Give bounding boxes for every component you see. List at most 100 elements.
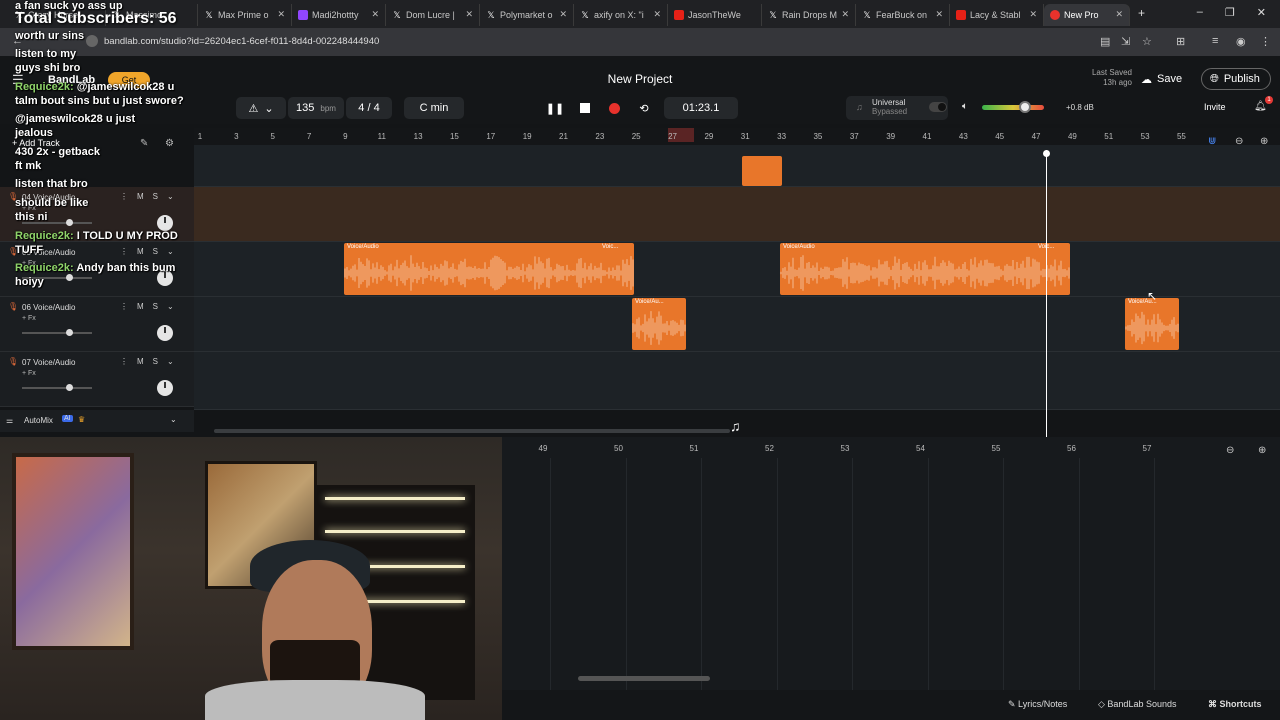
browser-tab[interactable]: 𝕏 Dom Lucre | ✕ <box>386 4 480 26</box>
browser-tab[interactable]: Lacy & Stabl ✕ <box>950 4 1044 26</box>
track-settings-icon[interactable]: ⚙ <box>165 138 174 149</box>
track-volume-handle[interactable] <box>66 329 73 336</box>
track-menu-icon[interactable]: ⋮ <box>120 247 128 256</box>
track-lane-selected[interactable] <box>194 187 1280 242</box>
tempo-field[interactable]: 135 bpm <box>288 97 344 119</box>
close-icon[interactable]: ✕ <box>1115 9 1123 20</box>
chevron-down-icon[interactable]: ⌄ <box>167 302 174 311</box>
audio-region[interactable] <box>742 156 782 186</box>
add-music-icon[interactable]: ♫ <box>730 418 741 434</box>
speaker-icon[interactable]: 🔈︎ <box>962 101 968 112</box>
track-volume-slider[interactable] <box>22 384 92 391</box>
audio-region[interactable]: Voice/AudioVoic... <box>780 243 1070 295</box>
save-button[interactable]: ☁ Save <box>1137 68 1195 90</box>
zoom-in-icon[interactable]: ⊕ <box>1258 445 1266 456</box>
master-volume-slider[interactable] <box>982 105 1044 110</box>
browser-tab[interactable]: 𝕏axify on X: "i ✕ <box>574 4 668 26</box>
track-menu-icon[interactable]: ⋮ <box>120 302 128 311</box>
audio-region[interactable]: Voice/Au... <box>1125 298 1179 350</box>
solo-button[interactable]: S <box>153 302 158 311</box>
media-icon[interactable]: ≡ <box>1212 35 1218 47</box>
browser-tab[interactable]: 𝕏 FearBuck on ✕ <box>856 4 950 26</box>
close-window-icon[interactable]: ✕ <box>1257 6 1266 22</box>
key-field[interactable]: C min <box>404 97 464 119</box>
pause-button[interactable]: ❚❚ <box>544 97 566 119</box>
browser-tab[interactable]: JasonTheWe <box>668 4 762 26</box>
track-lane[interactable] <box>194 145 1280 187</box>
tuner-button[interactable]: ⚠︎ ⌄ <box>236 97 286 119</box>
project-title[interactable]: New Project <box>540 72 740 86</box>
menu-icon[interactable]: ⋮ <box>1260 35 1271 48</box>
audio-region[interactable]: Voice/Au... <box>632 298 686 350</box>
lyrics-button[interactable]: ✎ Lyrics/Notes <box>1008 699 1067 710</box>
track-volume-handle[interactable] <box>66 219 73 226</box>
mastering-toggle[interactable] <box>929 102 947 112</box>
close-icon[interactable]: ✕ <box>465 9 473 20</box>
pan-knob[interactable] <box>157 380 173 396</box>
new-tab-button[interactable]: + <box>1138 6 1145 20</box>
mute-button[interactable]: M <box>137 247 144 256</box>
mute-button[interactable]: M <box>137 357 144 366</box>
track-volume-handle[interactable] <box>66 274 73 281</box>
extensions-icon[interactable]: ⊞ <box>1176 35 1185 48</box>
close-icon[interactable]: ✕ <box>653 9 661 20</box>
close-icon[interactable]: ✕ <box>277 9 285 20</box>
maximize-icon[interactable]: ❐ <box>1225 6 1235 22</box>
solo-button[interactable]: S <box>153 247 158 256</box>
install-icon[interactable]: ⇲ <box>1121 35 1130 48</box>
mute-button[interactable]: M <box>137 302 144 311</box>
chevron-down-icon[interactable]: ⌄ <box>167 192 174 201</box>
track-volume-handle[interactable] <box>66 384 73 391</box>
invite-button[interactable]: Invite <box>1204 102 1226 112</box>
timeline-ruler[interactable] <box>194 128 1280 145</box>
master-volume-knob[interactable] <box>1019 101 1031 113</box>
zoom-out-icon[interactable]: ⊖ <box>1226 445 1234 456</box>
stop-button[interactable] <box>575 97 595 119</box>
pan-knob[interactable] <box>157 215 173 231</box>
profile-icon[interactable]: ◉ <box>1236 35 1246 48</box>
close-icon[interactable]: ✕ <box>371 9 379 20</box>
bell-icon[interactable]: 🔔︎ <box>1254 101 1267 112</box>
star-icon[interactable]: ☆ <box>1142 35 1152 48</box>
record-button[interactable] <box>604 97 624 119</box>
add-fx-button[interactable]: + Fx <box>22 370 36 377</box>
close-icon[interactable]: ✕ <box>559 9 567 20</box>
track-menu-icon[interactable]: ⋮ <box>120 357 128 366</box>
browser-tab[interactable]: 𝕏 Max Prime o ✕ <box>198 4 292 26</box>
chevron-down-icon[interactable]: ⌄ <box>170 415 177 424</box>
url-field[interactable]: bandlab.com/studio?id=26204ec1-6cef-f011… <box>84 33 1084 51</box>
close-icon[interactable]: ✕ <box>1029 9 1037 20</box>
automix-bar[interactable]: ⚌ AutoMix AI ♛ ⌄ <box>0 410 194 432</box>
bandlab-sounds-button[interactable]: ◇ BandLab Sounds <box>1098 699 1176 710</box>
add-fx-button[interactable]: + Fx <box>22 315 36 322</box>
minimize-icon[interactable]: – <box>1197 6 1203 22</box>
track-header[interactable]: 🎙︎ 06 Voice/Audio ⋮ M S ⌄ + Fx <box>0 297 194 352</box>
reader-icon[interactable]: ▤ <box>1100 35 1110 48</box>
browser-tab[interactable]: 𝕏 Rain Drops M ✕ <box>762 4 856 26</box>
track-volume-slider[interactable] <box>22 329 92 336</box>
editor-scrollbar[interactable] <box>578 676 710 681</box>
close-icon[interactable]: ✕ <box>935 9 943 20</box>
track-menu-icon[interactable]: ⋮ <box>120 192 128 201</box>
close-icon[interactable]: ✕ <box>841 9 849 20</box>
publish-button[interactable]: 🌐︎ Publish <box>1201 68 1271 90</box>
track-lane[interactable] <box>194 352 1280 410</box>
mute-button[interactable]: M <box>137 192 144 201</box>
shortcuts-button[interactable]: ⌘ Shortcuts <box>1208 699 1262 710</box>
browser-tab-active[interactable]: New Pro ✕ <box>1044 4 1130 26</box>
track-header[interactable]: 🎙︎ 07 Voice/Audio ⋮ M S ⌄ + Fx <box>0 352 194 407</box>
pan-knob[interactable] <box>157 325 173 341</box>
playhead-handle[interactable] <box>1043 150 1050 157</box>
browser-tab[interactable]: Madi2hottty ✕ <box>292 4 386 26</box>
horizontal-scrollbar[interactable] <box>214 429 730 433</box>
loop-button[interactable]: ⟲ <box>634 97 654 119</box>
chevron-down-icon[interactable]: ⌄ <box>167 357 174 366</box>
wand-icon[interactable]: ✎ <box>140 138 148 149</box>
audio-region[interactable]: Voice/AudioVoic... <box>344 243 634 295</box>
time-signature-field[interactable]: 4 / 4 <box>346 97 392 119</box>
solo-button[interactable]: S <box>153 357 158 366</box>
track-lane[interactable] <box>194 297 1280 352</box>
browser-tab[interactable]: 𝕏 Polymarket o ✕ <box>480 4 574 26</box>
chevron-down-icon[interactable]: ⌄ <box>167 247 174 256</box>
playhead[interactable] <box>1046 150 1047 437</box>
